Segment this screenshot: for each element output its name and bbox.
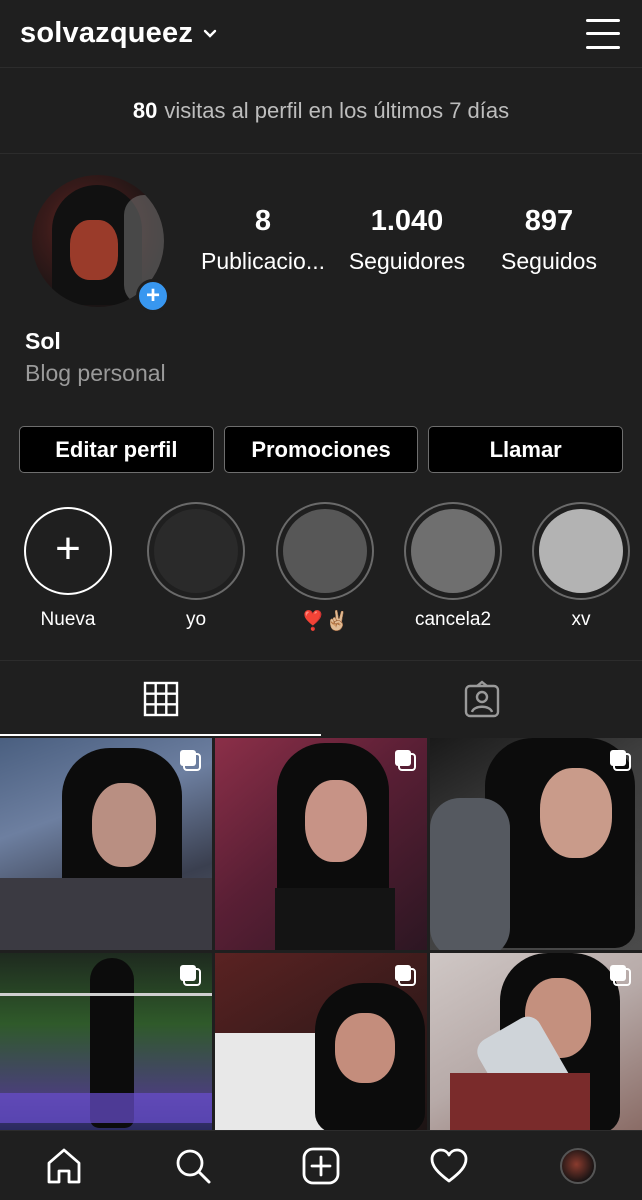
post-figure-face bbox=[92, 783, 156, 867]
highlight-ring bbox=[404, 502, 502, 600]
highlight-cover bbox=[411, 509, 495, 593]
multiple-photos-icon bbox=[395, 965, 416, 986]
multiple-photos-icon bbox=[180, 965, 201, 986]
plus-icon: + bbox=[55, 524, 81, 573]
nav-activity[interactable] bbox=[419, 1136, 479, 1196]
stat-followers[interactable]: 1.040 Seguidores bbox=[342, 205, 472, 275]
new-post-icon bbox=[302, 1147, 340, 1184]
post-thumbnail[interactable] bbox=[430, 738, 642, 950]
menu-line bbox=[586, 18, 620, 22]
heart-icon bbox=[430, 1148, 468, 1182]
profile-visits-banner[interactable]: 80 visitas al perfil en los últimos 7 dí… bbox=[0, 68, 642, 154]
visits-text: visitas al perfil en los últimos 7 días bbox=[164, 97, 510, 123]
post-figure-arm bbox=[430, 798, 510, 950]
username[interactable]: solvazqueez bbox=[20, 17, 193, 50]
post-lights bbox=[0, 1093, 212, 1123]
following-label: Seguidos bbox=[501, 248, 597, 274]
posts-grid bbox=[0, 738, 642, 1130]
tab-grid[interactable] bbox=[0, 661, 321, 736]
post-figure-face bbox=[540, 768, 612, 858]
stat-following[interactable]: 897 Seguidos bbox=[490, 205, 608, 275]
posts-count: 8 bbox=[254, 205, 272, 237]
followers-count: 1.040 bbox=[370, 205, 444, 237]
post-figure-face bbox=[305, 780, 367, 862]
highlight-emoji[interactable]: ❣️✌🏼 bbox=[275, 502, 375, 633]
highlight-label: ❣️✌🏼 bbox=[301, 611, 349, 632]
tagged-icon bbox=[464, 679, 499, 717]
nav-home[interactable] bbox=[34, 1136, 94, 1196]
posts-label: Publicacio... bbox=[200, 248, 325, 274]
stat-posts[interactable]: 8 Publicacio... bbox=[196, 205, 330, 275]
highlight-cancela2[interactable]: cancela2 bbox=[403, 502, 503, 631]
post-thumbnail[interactable] bbox=[215, 953, 427, 1130]
highlight-label: cancela2 bbox=[414, 609, 492, 630]
avatar-face bbox=[70, 220, 118, 280]
profile-avatar bbox=[559, 1147, 596, 1184]
nav-new-post[interactable] bbox=[291, 1136, 351, 1196]
post-figure-jacket bbox=[215, 1033, 325, 1130]
nav-profile[interactable] bbox=[548, 1136, 608, 1196]
highlight-cover bbox=[539, 509, 623, 593]
plus-icon: + bbox=[145, 282, 160, 309]
visits-count: 80 bbox=[132, 97, 158, 123]
highlight-cover bbox=[154, 509, 238, 593]
display-name: Sol bbox=[25, 328, 61, 354]
highlight-ring bbox=[276, 502, 374, 600]
profile-category: Blog personal bbox=[25, 360, 166, 386]
highlight-ring bbox=[532, 502, 630, 600]
highlight-yo[interactable]: yo bbox=[146, 502, 246, 631]
nav-search[interactable] bbox=[163, 1136, 223, 1196]
edit-profile-button[interactable]: Editar perfil bbox=[19, 426, 214, 473]
highlight-ring bbox=[147, 502, 245, 600]
profile-tabs bbox=[0, 660, 642, 736]
highlight-xv[interactable]: xv bbox=[531, 502, 631, 631]
multiple-photos-icon bbox=[395, 750, 416, 771]
bottom-nav bbox=[0, 1130, 642, 1200]
post-thumbnail[interactable] bbox=[430, 953, 642, 1130]
highlight-label: Nueva bbox=[40, 609, 96, 630]
profile-actions: Editar perfil Promociones Llamar bbox=[19, 426, 624, 473]
call-button[interactable]: Llamar bbox=[428, 426, 624, 473]
multiple-photos-icon bbox=[610, 750, 631, 771]
highlight-label: xv bbox=[571, 609, 591, 630]
followers-label: Seguidores bbox=[348, 248, 466, 274]
post-figure-sweater bbox=[0, 878, 212, 950]
post-thumbnail[interactable] bbox=[0, 953, 212, 1130]
post-thumbnail[interactable] bbox=[0, 738, 212, 950]
tab-tagged[interactable] bbox=[321, 661, 642, 736]
top-bar: solvazqueez bbox=[0, 0, 642, 68]
post-figure-top bbox=[275, 888, 395, 950]
following-count: 897 bbox=[524, 205, 574, 237]
highlight-cover bbox=[283, 509, 367, 593]
search-icon bbox=[176, 1149, 211, 1183]
post-railing bbox=[0, 993, 212, 996]
chevron-down-icon[interactable] bbox=[203, 29, 217, 39]
home-icon bbox=[47, 1148, 81, 1183]
story-highlights: + Nueva yo ❣️✌🏼 cancela2 xv bbox=[0, 502, 642, 642]
add-story-button[interactable]: + bbox=[136, 279, 170, 313]
highlight-new[interactable]: + Nueva bbox=[18, 502, 118, 631]
account-switcher[interactable]: solvazqueez bbox=[20, 17, 217, 50]
highlight-label: yo bbox=[185, 609, 207, 630]
grid-icon bbox=[143, 681, 178, 716]
post-figure-face bbox=[335, 1013, 395, 1083]
multiple-photos-icon bbox=[180, 750, 201, 771]
hamburger-menu-icon[interactable] bbox=[586, 18, 620, 49]
post-thumbnail[interactable] bbox=[215, 738, 427, 950]
promotions-button[interactable]: Promociones bbox=[223, 426, 419, 473]
menu-line bbox=[586, 45, 620, 49]
post-figure-shirt bbox=[450, 1073, 590, 1130]
new-highlight-ring: + bbox=[24, 507, 112, 595]
multiple-photos-icon bbox=[610, 965, 631, 986]
menu-line bbox=[586, 32, 620, 35]
